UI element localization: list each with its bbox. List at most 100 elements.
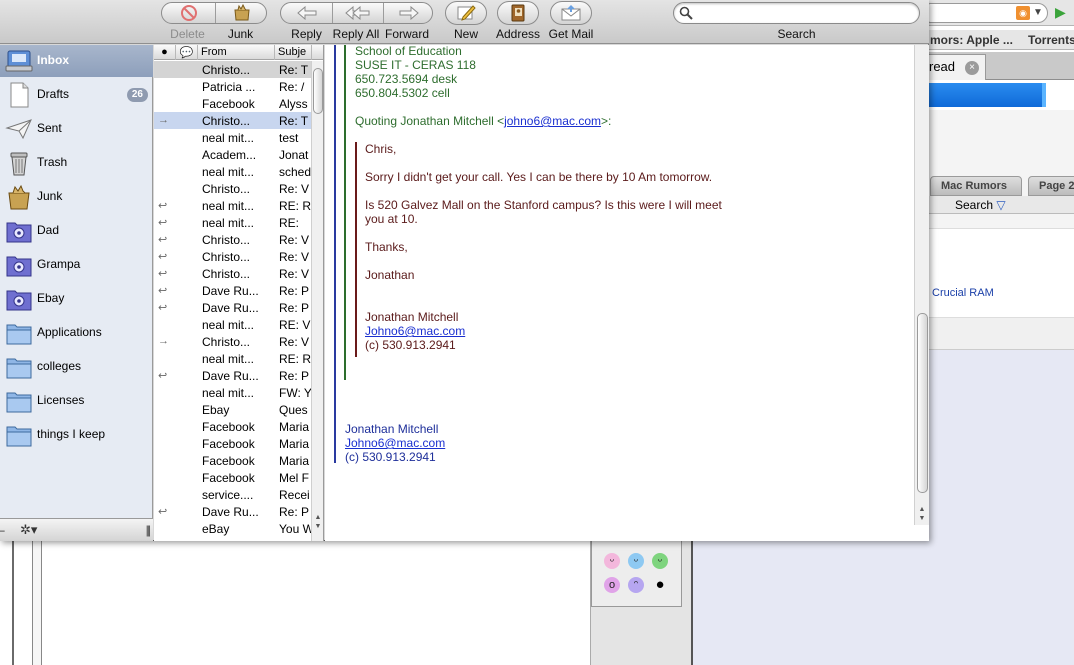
message-row[interactable]: neal mit... FW: Y [154, 384, 312, 401]
reply-group [280, 2, 433, 24]
junk-bag-icon [234, 4, 250, 21]
replied-icon: ↩ [158, 234, 168, 246]
search-input[interactable] [694, 5, 914, 21]
url-dropdown-icon[interactable]: ▼ [1033, 7, 1043, 18]
surprised-emoticon-icon[interactable]: o [604, 577, 620, 593]
reply-all-button[interactable] [333, 3, 383, 23]
search-field[interactable] [673, 2, 920, 24]
sidebar-item-trash[interactable]: Trash [0, 147, 153, 179]
folder-icon [6, 324, 32, 345]
message-row[interactable]: service.... Recei [154, 486, 312, 503]
outer-signature-phone: (c) 530.913.2941 [345, 450, 436, 464]
sidebar-item-drafts[interactable]: Drafts 26 [0, 79, 153, 111]
outer-signature-email-link[interactable]: Johno6@mac.com [345, 436, 445, 450]
message-from: Dave Ru... [202, 505, 259, 519]
message-row[interactable]: Facebook Alyss [154, 95, 312, 112]
unread-count-badge: 26 [126, 88, 148, 102]
message-row[interactable]: ↩ Christo... Re: V [154, 231, 312, 248]
sidebar-item-junk[interactable]: Junk [0, 181, 153, 213]
message-row[interactable]: → Christo... Re: V [154, 333, 312, 350]
forward-button[interactable] [384, 3, 434, 23]
scrollbar-thumb[interactable] [313, 68, 323, 114]
smile-emoticon-icon[interactable]: ᵕ [604, 553, 620, 569]
bookmark-torrents[interactable]: Torrents [1028, 33, 1074, 47]
junk-button[interactable] [216, 3, 268, 23]
browser-url-field[interactable] [928, 3, 1048, 23]
message-row[interactable]: Academ... Jonat [154, 146, 312, 163]
message-row[interactable]: Facebook Maria [154, 418, 312, 435]
message-row[interactable]: neal mit... test [154, 129, 312, 146]
inner-signature-email-link[interactable]: Johno6@mac.com [365, 324, 465, 338]
grin-emoticon-icon[interactable]: ᵕ [652, 553, 668, 569]
sidebar-item-ebay[interactable]: Ebay [0, 283, 153, 315]
sidebar-item-applications[interactable]: Applications [0, 317, 153, 349]
quoting-email-link[interactable]: johno6@mac.com [504, 114, 601, 128]
message-row[interactable]: Facebook Maria [154, 452, 312, 469]
message-row[interactable]: ↩ Dave Ru... Re: P [154, 503, 312, 520]
scrollbar-thumb[interactable] [917, 313, 928, 493]
sidebar-item-licenses[interactable]: Licenses [0, 385, 153, 417]
message-row[interactable]: eBay You W [154, 520, 312, 537]
reply-status-column-icon[interactable]: 💬 [176, 45, 198, 60]
browser-tab[interactable]: read × [928, 54, 986, 80]
message-row[interactable]: → Christo... Re: T [154, 112, 312, 129]
sidebar-item-sent[interactable]: Sent [0, 113, 153, 145]
gear-icon[interactable]: ✲▾ [20, 522, 37, 538]
reply-button[interactable] [281, 3, 332, 23]
read-status-column-icon[interactable]: ● [154, 45, 176, 60]
replied-icon: ↩ [158, 302, 168, 314]
message-row[interactable]: Facebook Maria [154, 435, 312, 452]
message-row[interactable]: ↩ Dave Ru... Re: P [154, 282, 312, 299]
message-row[interactable]: Patricia ... Re: / [154, 78, 312, 95]
message-subject: Re: P [279, 284, 310, 298]
message-row[interactable]: neal mit... sched [154, 163, 312, 180]
sidebar-item-things-i-keep[interactable]: things I keep [0, 419, 153, 451]
get-mail-button[interactable] [550, 1, 592, 25]
column-header-subject[interactable]: Subje [275, 45, 312, 60]
delete-button[interactable] [162, 3, 215, 23]
message-row[interactable]: neal mit... RE: R [154, 350, 312, 367]
web-search-label[interactable]: Search ▽ [955, 198, 1006, 212]
sidebar-item-grampa[interactable]: Grampa [0, 249, 153, 281]
message-row[interactable]: ↩ Christo... Re: V [154, 248, 312, 265]
inner-signature-phone: (c) 530.913.2941 [365, 338, 456, 352]
crucial-ram-link[interactable]: Crucial RAM [932, 287, 994, 299]
message-subject: Re: V [279, 267, 310, 281]
message-row[interactable]: ↩ neal mit... RE: R [154, 197, 312, 214]
message-from: service.... [202, 488, 254, 502]
message-row[interactable]: neal mit... RE: V [154, 316, 312, 333]
message-row[interactable]: Ebay Ques [154, 401, 312, 418]
subtab-mac-rumors[interactable]: Mac Rumors [930, 176, 1022, 196]
sad-emoticon-icon[interactable]: ᵔ [628, 577, 644, 593]
apple-icon[interactable]: ● [652, 577, 668, 593]
new-message-button[interactable] [445, 1, 487, 25]
message-list-scrollbar[interactable]: ▲ ▼ [311, 61, 323, 541]
bookmark-mac-rumors[interactable]: mors: Apple ... [930, 33, 1013, 47]
message-row[interactable]: ↩ neal mit... RE: [154, 214, 312, 231]
message-body: School of Education SUSE IT - CERAS 118 … [325, 45, 929, 541]
message-row[interactable]: Christo... Re: T [154, 61, 312, 78]
message-row[interactable]: Christo... Re: V [154, 180, 312, 197]
rss-icon[interactable]: ◉ [1016, 6, 1030, 20]
tab-close-icon[interactable]: × [965, 61, 979, 75]
add-mailbox-button[interactable]: – [0, 523, 5, 537]
sidebar-item-colleges[interactable]: colleges [0, 351, 153, 383]
message-row[interactable]: ↩ Dave Ru... Re: P [154, 367, 312, 384]
go-icon[interactable]: ▶ [1055, 4, 1066, 21]
scroll-arrows-icon[interactable]: ▲ ▼ [312, 513, 323, 531]
wink-emoticon-icon[interactable]: ᵕ [628, 553, 644, 569]
scroll-arrows-icon[interactable]: ▲ ▼ [916, 505, 928, 523]
forward-arrow-icon [399, 6, 419, 20]
quoting-header: Quoting Jonathan Mitchell <johno6@mac.co… [355, 114, 611, 128]
web-search-text: Search [955, 198, 994, 212]
sidebar-item-inbox[interactable]: Inbox [0, 45, 153, 77]
resize-grip-icon[interactable]: ||| [146, 523, 152, 537]
message-row[interactable]: Facebook Mel F [154, 469, 312, 486]
address-book-button[interactable] [497, 1, 539, 25]
column-header-from[interactable]: From [198, 45, 275, 60]
subtab-page-2[interactable]: Page 2 [1028, 176, 1074, 196]
message-body-scrollbar[interactable]: ▲ ▼ [914, 45, 929, 525]
sidebar-item-dad[interactable]: Dad [0, 215, 153, 247]
message-row[interactable]: ↩ Christo... Re: V [154, 265, 312, 282]
message-row[interactable]: ↩ Dave Ru... Re: P [154, 299, 312, 316]
